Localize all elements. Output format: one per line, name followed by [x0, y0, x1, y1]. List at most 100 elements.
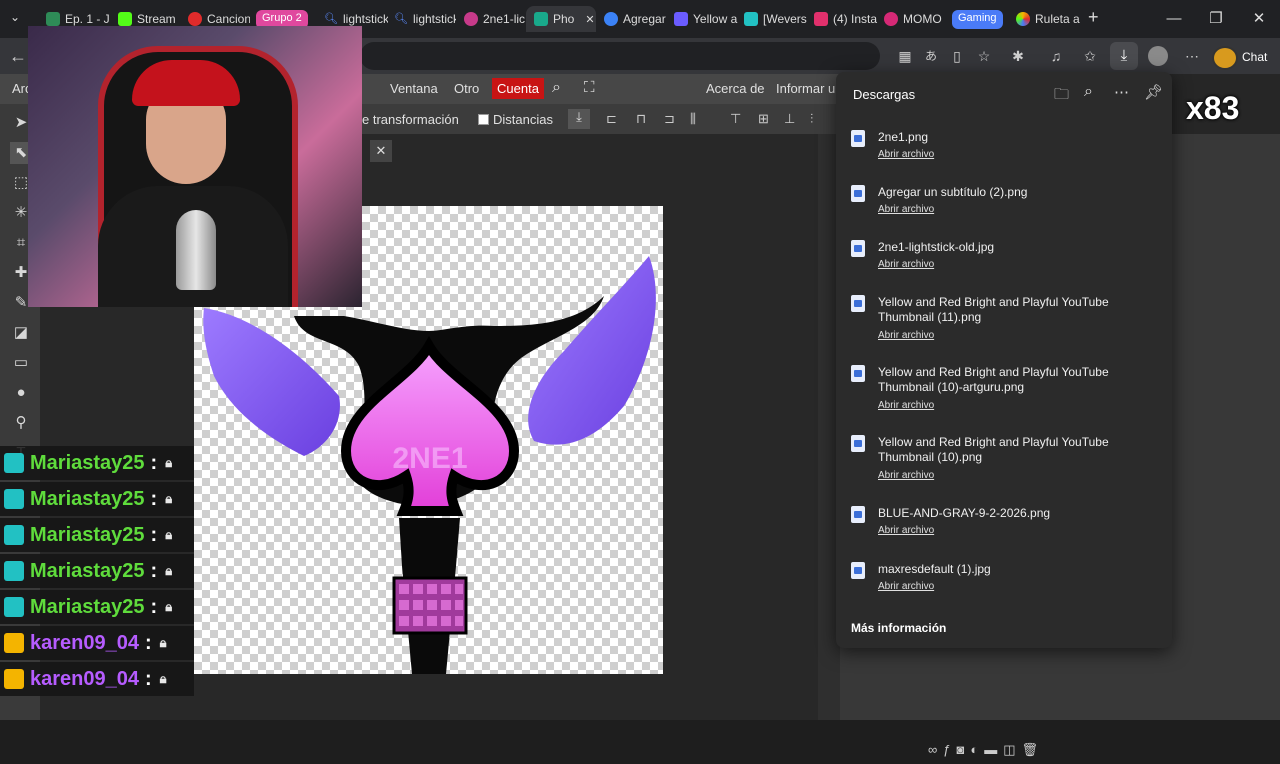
open-file-link[interactable]: Abrir archivo: [878, 259, 934, 270]
translate-icon[interactable]: あ: [921, 46, 941, 66]
effects-icon[interactable]: ƒ: [943, 742, 956, 757]
apps-icon[interactable]: ▦: [895, 46, 915, 66]
more-options-icon[interactable]: ⋯: [1114, 83, 1129, 101]
align-top-icon[interactable]: ⊤: [730, 111, 741, 127]
blur-tool-icon[interactable]: ●: [10, 382, 32, 404]
tab-label: Yellow a: [693, 12, 738, 26]
shield-icon: [674, 12, 688, 26]
download-filename: Yellow and Red Bright and Playful YouTub…: [878, 435, 1109, 464]
search-icon[interactable]: ⌕: [552, 79, 561, 97]
close-document-icon[interactable]: ✕: [370, 140, 392, 162]
search-icon[interactable]: ⌕: [1084, 83, 1093, 101]
open-file-link[interactable]: Abrir archivo: [878, 470, 934, 481]
trash-icon[interactable]: 🗑︎: [1022, 742, 1045, 757]
subscriber-badge-icon: [4, 561, 24, 581]
open-file-link[interactable]: Abrir archivo: [878, 149, 934, 160]
menu-otro[interactable]: Otro: [454, 81, 479, 96]
mask-icon[interactable]: ◙: [957, 742, 971, 757]
youtube-icon: [188, 12, 202, 26]
open-file-link[interactable]: Abrir archivo: [878, 204, 934, 215]
page-icon[interactable]: ▯: [947, 46, 967, 66]
crown-badge-icon: [4, 633, 24, 653]
layers-footer: ∞ƒ◙◐▬◫🗑︎: [928, 742, 1128, 764]
tab-label: (4) Insta: [833, 12, 878, 26]
new-tab-button[interactable]: +: [1088, 7, 1099, 28]
maximize-button[interactable]: ❐: [1204, 8, 1228, 30]
open-file-link[interactable]: Abrir archivo: [878, 400, 934, 411]
back-arrow-icon[interactable]: ←: [8, 46, 28, 66]
media-icon[interactable]: ♫: [1046, 46, 1066, 66]
star-icon[interactable]: ☆: [974, 46, 994, 66]
file-image-icon: [851, 506, 865, 523]
distances-label: Distancias: [493, 112, 553, 127]
tab-11[interactable]: (4) Insta: [806, 6, 878, 32]
new-layer-icon[interactable]: ◫: [1003, 742, 1021, 757]
folder-icon[interactable]: ▬: [984, 742, 1003, 757]
download-icon[interactable]: ⤓: [568, 109, 590, 129]
menu-acerca-de[interactable]: Acerca de: [706, 81, 765, 96]
menu-ventana[interactable]: Ventana: [390, 81, 438, 96]
menu-informar[interactable]: Informar u: [776, 81, 835, 96]
open-folder-icon[interactable]: 🗀︎: [1054, 84, 1069, 109]
dodge-tool-icon[interactable]: ⚲: [10, 412, 32, 434]
file-image-icon: [851, 130, 865, 147]
link-icon[interactable]: ∞: [928, 742, 943, 757]
profile-avatar[interactable]: [1148, 46, 1168, 66]
kick-icon: [118, 12, 132, 26]
chat-message: Mariastay25 : 🔒︎: [0, 590, 194, 624]
tab-10[interactable]: [Wevers: [736, 6, 808, 32]
open-file-link[interactable]: Abrir archivo: [878, 525, 934, 536]
search-icon: 🔍︎: [324, 13, 338, 25]
tab-9[interactable]: Yellow a: [666, 6, 738, 32]
tab-6[interactable]: 2ne1-lic: [456, 6, 526, 32]
tab-search-chevron-icon[interactable]: ⌄: [10, 10, 28, 28]
distribute-icon[interactable]: ⫼: [690, 111, 696, 127]
fullscreen-icon[interactable]: ⛶: [584, 79, 595, 96]
tab-13[interactable]: Ruleta a: [1008, 6, 1080, 32]
tab-label: lightstick: [413, 12, 456, 26]
transform-controls-label: e transformación: [362, 112, 459, 127]
tab-label: [Wevers: [763, 12, 807, 26]
file-image-icon: [851, 185, 865, 202]
weverse-icon: [744, 12, 758, 26]
address-bar[interactable]: [360, 42, 880, 70]
align-left-icon[interactable]: ⊏: [606, 111, 617, 127]
distribute-vertical-icon[interactable]: ⫶: [810, 111, 813, 127]
tab-12[interactable]: MOMO: [876, 6, 948, 32]
open-file-link[interactable]: Abrir archivo: [878, 581, 934, 592]
tab-label: Agregar: [623, 12, 666, 26]
streamer-cap: [132, 60, 240, 106]
align-right-icon[interactable]: ⊐: [664, 111, 675, 127]
distances-checkbox[interactable]: [478, 114, 489, 125]
menu-cuenta[interactable]: Cuenta: [492, 78, 544, 99]
open-file-link[interactable]: Abrir archivo: [878, 330, 934, 341]
align-bottom-icon[interactable]: ⊥: [784, 111, 795, 127]
tab-favicon-icon: [464, 12, 478, 26]
more-info-link[interactable]: Más información: [851, 621, 946, 635]
chat-message: Mariastay25 : 🔒︎: [0, 518, 194, 552]
gradient-tool-icon[interactable]: ▭: [10, 352, 32, 374]
file-image-icon: [851, 435, 865, 452]
align-center-icon[interactable]: ⊓: [636, 111, 646, 127]
avatar-badge-icon: [1212, 46, 1238, 70]
extensions-icon[interactable]: ✱: [1008, 46, 1028, 66]
chat-message: karen09_04 : 🔒︎: [0, 626, 194, 660]
emote-icon: 🔒︎: [165, 491, 173, 506]
close-window-button[interactable]: ✕: [1247, 8, 1271, 30]
align-middle-icon[interactable]: ⊞: [758, 111, 769, 127]
pin-icon[interactable]: 📌︎: [1144, 83, 1163, 101]
emote-icon: 🔒︎: [165, 563, 173, 578]
adjustment-icon[interactable]: ◐: [970, 742, 984, 757]
close-icon[interactable]: ✕: [585, 13, 594, 26]
emote-icon: 🔒︎: [159, 671, 167, 686]
downloads-button[interactable]: ⤓: [1110, 42, 1138, 70]
tab-group-gaming[interactable]: Gaming: [952, 10, 1003, 29]
favorites-icon[interactable]: ✩: [1080, 46, 1100, 66]
tab-5[interactable]: 🔍︎ lightstick: [386, 6, 456, 32]
chat-counter-overlay: Chat x83: [1186, 42, 1276, 134]
file-image-icon: [851, 240, 865, 257]
eraser-tool-icon[interactable]: ◪: [10, 322, 32, 344]
tab-7-active[interactable]: Pho ✕: [526, 6, 596, 32]
tab-8[interactable]: Agregar: [596, 6, 668, 32]
minimize-button[interactable]: —: [1162, 8, 1186, 30]
